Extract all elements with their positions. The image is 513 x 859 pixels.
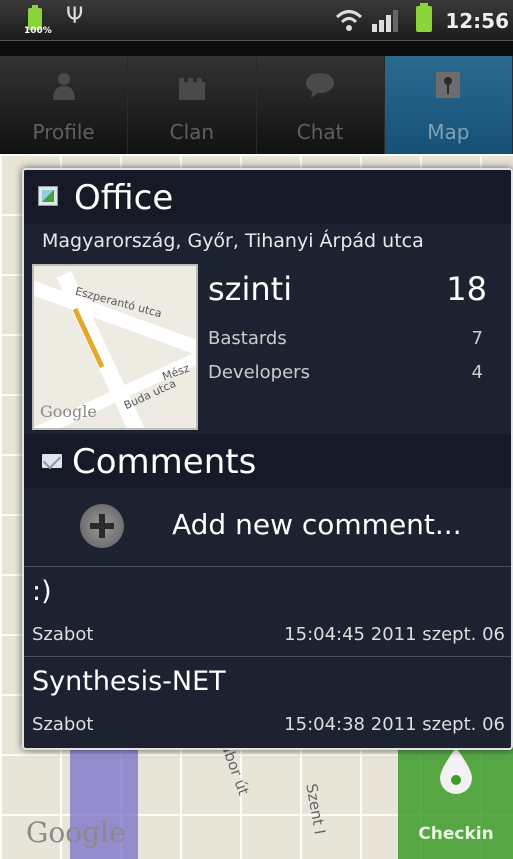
thumbnail-road — [34, 276, 196, 366]
thumbnail-attribution: Google — [40, 402, 97, 421]
checkin-label: Checkin — [418, 824, 494, 844]
comments-header: Comments — [24, 434, 511, 488]
tab-label: Chat — [296, 120, 344, 144]
comment-timestamp: 15:04:45 2011 szept. 06 — [284, 624, 505, 645]
tab-map[interactable]: Map — [384, 56, 513, 154]
status-bar: 100% Ψ 12:56 — [0, 0, 513, 41]
battery-percent: 100% — [24, 26, 52, 36]
comment-item[interactable]: Synthesis-NET Szabot 15:04:38 2011 szept… — [24, 658, 511, 748]
tab-profile[interactable]: Profile — [0, 56, 129, 154]
castle-icon — [178, 78, 205, 100]
place-title: Office — [74, 178, 174, 218]
place-header: Office — [24, 170, 511, 224]
person-icon — [52, 73, 75, 100]
tab-chat[interactable]: Chat — [256, 56, 385, 154]
checkin-button[interactable]: Checkin — [404, 740, 508, 854]
comment-text: Synthesis-NET — [32, 666, 226, 697]
divider — [24, 566, 511, 567]
tab-label: Profile — [32, 120, 95, 144]
comment-item[interactable]: :) Szabot 15:04:45 2011 szept. 06 — [24, 568, 511, 658]
map-pin-icon — [436, 72, 461, 98]
divider — [24, 656, 511, 657]
plus-icon — [80, 504, 124, 548]
drop-pin-icon — [440, 748, 472, 794]
add-comment-label: Add new comment... — [172, 508, 462, 541]
tab-label: Map — [427, 120, 470, 144]
battery-icon — [416, 3, 432, 32]
player-name: szinti — [208, 270, 293, 308]
speech-bubble-icon — [306, 73, 335, 98]
tab-label: Clan — [169, 120, 215, 144]
tab-clan[interactable]: Clan — [128, 56, 257, 154]
player-score: 18 — [446, 270, 487, 308]
place-address: Magyarország, Győr, Tihanyi Árpád utca — [42, 230, 424, 252]
usb-icon: Ψ — [66, 4, 84, 29]
add-comment-button[interactable]: Add new comment... — [24, 490, 511, 564]
signal-icon — [372, 10, 398, 32]
group-name: Bastards — [208, 328, 287, 349]
place-dialog: Office Magyarország, Győr, Tihanyi Árpád… — [22, 168, 513, 750]
group-value: 4 — [471, 362, 483, 383]
clock: 12:56 — [445, 9, 509, 33]
map-thumbnail[interactable]: Eszperantó utca Mész Buda utca Google — [32, 264, 198, 430]
comments-title: Comments — [72, 442, 257, 482]
map-attribution: Google — [26, 816, 126, 849]
comment-author: Szabot — [32, 624, 94, 645]
group-value: 7 — [471, 328, 483, 349]
picture-icon — [38, 186, 58, 206]
comment-text: :) — [32, 576, 52, 607]
tab-bar: Profile Clan Chat Map — [0, 56, 513, 154]
mail-icon — [42, 454, 62, 468]
comment-timestamp: 15:04:38 2011 szept. 06 — [284, 714, 505, 735]
wifi-icon — [335, 10, 363, 31]
group-name: Developers — [208, 362, 310, 383]
comment-author: Szabot — [32, 714, 94, 735]
